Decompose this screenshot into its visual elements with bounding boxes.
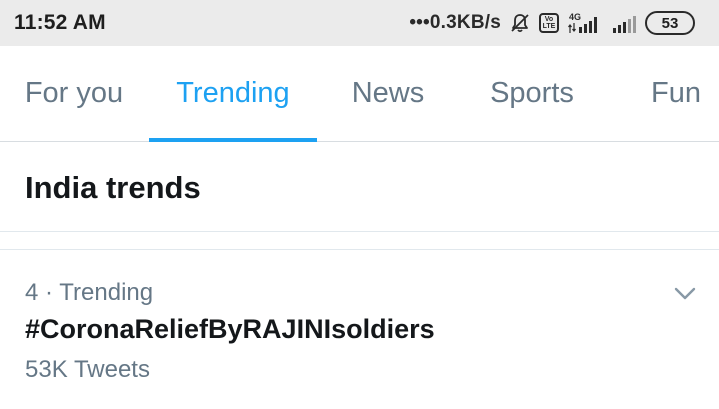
muted-bell-icon: [509, 12, 531, 34]
tab-label: News: [351, 77, 425, 109]
tab-label: Sports: [490, 77, 574, 109]
tab-sports[interactable]: Sports: [470, 46, 594, 141]
trend-tweet-count: 53K Tweets: [25, 356, 150, 383]
volte-icon: Vo LTE: [539, 13, 559, 33]
trend-meta: 4 · Trending: [25, 279, 153, 307]
volte-top: Vo: [544, 16, 554, 23]
trend-rank: 4: [25, 279, 39, 306]
notification-dots: •••: [409, 12, 430, 33]
chevron-down-icon[interactable]: [672, 280, 698, 306]
network-type-label: 4G: [569, 12, 581, 22]
section-spacer: [0, 232, 719, 250]
trend-context: Trending: [59, 279, 154, 306]
tab-label: Fun: [651, 77, 701, 109]
signal-4g-icon: 4G: [567, 11, 603, 35]
section-header: India trends: [0, 142, 719, 232]
signal-icon: [611, 11, 637, 35]
status-icons: •••0.3KB/s Vo LTE 4G 53: [409, 11, 695, 35]
status-time: 11:52 AM: [14, 11, 106, 34]
volte-bottom: LTE: [542, 23, 556, 30]
trend-separator: ·: [45, 279, 54, 306]
trend-name: #CoronaReliefByRAJINIsoldiers: [25, 314, 435, 344]
trend-item[interactable]: 4 · Trending #CoronaReliefByRAJINIsoldie…: [0, 250, 719, 409]
network-speed: •••0.3KB/s: [409, 12, 501, 34]
tab-trending[interactable]: Trending: [149, 46, 317, 142]
status-bar: 11:52 AM •••0.3KB/s Vo LTE 4G 53: [0, 0, 719, 46]
section-title: India trends: [25, 170, 201, 205]
tab-fun[interactable]: Fun: [634, 46, 718, 141]
network-speed-value: 0.3KB/s: [429, 12, 501, 33]
battery-icon: 53: [645, 11, 695, 35]
tab-label: Trending: [176, 77, 290, 109]
explore-tabs: For you Trending News Sports Fun: [0, 46, 719, 142]
tab-for-you[interactable]: For you: [2, 46, 146, 141]
tab-label: For you: [24, 77, 124, 109]
battery-level: 53: [661, 14, 679, 32]
tab-news[interactable]: News: [332, 46, 444, 141]
